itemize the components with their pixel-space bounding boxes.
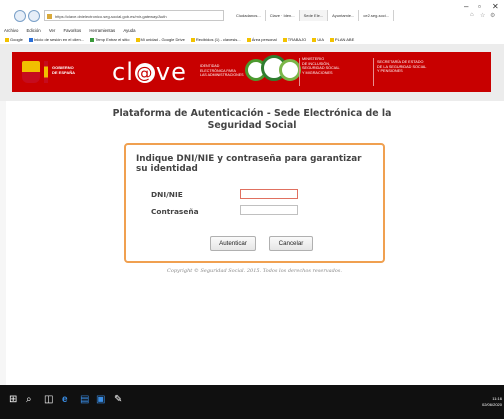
ministerio-text: MINISTERIO DE INCLUSIÓN, SEGURIDAD SOCIA… <box>302 57 340 75</box>
tab-sede-electronica[interactable]: Sede Ele... <box>299 10 329 21</box>
folder-icon <box>312 37 317 42</box>
dni-label: DNI/NIE <box>151 190 183 199</box>
favorite-label: Mi unidad - Google Drive <box>140 37 185 42</box>
secretaria-line: Y PENSIONES <box>377 69 403 74</box>
task-view-icon[interactable]: ◫ <box>44 394 53 405</box>
clave-logo-right: ve <box>155 58 187 86</box>
favorite-label: PLAN ABE <box>334 37 355 42</box>
tab-ciudadanos[interactable]: Ciudadanos... <box>232 10 266 21</box>
favorite-drive[interactable]: Mi unidad - Google Drive <box>135 37 185 42</box>
address-bar[interactable]: https://clave.dnielectronico.seg-social.… <box>44 10 224 21</box>
file-explorer-icon[interactable]: ▤ <box>80 394 89 405</box>
favorite-label: Temp Entrar el sitio <box>95 37 130 42</box>
menu-archivo[interactable]: Archivo <box>4 28 18 33</box>
menu-bar: Archivo Edición Ver Favoritos Herramient… <box>0 26 504 35</box>
copyright-text: Copyright © Seguridad Social. 2015. Todo… <box>167 268 342 274</box>
divider <box>373 58 374 86</box>
page-title: Plataforma de Autenticación - Sede Elect… <box>100 108 404 132</box>
favorite-plan-abe[interactable]: PLAN ABE <box>329 37 355 42</box>
tab-ce2[interactable]: ce2.seg-soci... <box>359 10 395 21</box>
seguridad-social-logo <box>245 55 301 81</box>
page-title-line: Plataforma de Autenticación - Sede Elect… <box>112 108 392 119</box>
favorite-area-personal[interactable]: Área personal <box>246 37 277 42</box>
coat-of-arms-icon <box>22 61 40 83</box>
favorite-label: TRABAJO <box>287 37 307 42</box>
site-icon <box>47 14 52 19</box>
favorite-label: Área personal <box>251 37 277 42</box>
authenticate-button[interactable]: Autenticar <box>210 236 256 251</box>
bookmark-icon <box>190 37 195 42</box>
menu-ver[interactable]: Ver <box>49 28 55 33</box>
close-icon[interactable]: ✕ <box>492 2 499 11</box>
bookmark-icon <box>135 37 140 42</box>
secretaria-text: SECRETARÍA DE ESTADO DE LA SEGURIDAD SOC… <box>377 60 426 74</box>
favorite-label: UIA <box>317 37 324 42</box>
favorite-label: Inicio de sesión en el clien... <box>34 37 85 42</box>
at-icon: @ <box>134 63 155 83</box>
taskbar-clock[interactable]: 11:16 02/06/2020 <box>476 396 502 408</box>
folder-icon <box>282 37 287 42</box>
gobierno-text: GOBIERNO DE ESPAÑA <box>52 65 75 75</box>
paint-icon[interactable]: ✎ <box>114 394 122 405</box>
favorite-temp[interactable]: Temp Entrar el sitio <box>90 37 129 42</box>
maximize-icon[interactable]: ▫ <box>478 2 481 11</box>
bookmark-icon <box>90 37 95 42</box>
password-label: Contraseña <box>151 207 199 216</box>
favorite-trabajo[interactable]: TRABAJO <box>282 37 307 42</box>
windows-start-icon[interactable]: ⊞ <box>9 394 17 405</box>
menu-herramientas[interactable]: Herramientas <box>89 28 115 33</box>
minimize-icon[interactable]: – <box>464 2 468 11</box>
secretaria-line: SECRETARÍA DE ESTADO <box>377 60 424 64</box>
ministerio-line: Y MIGRACIONES <box>302 70 333 75</box>
favorite-label: Google <box>10 37 23 42</box>
address-text: https://clave.dnielectronico.seg-social.… <box>55 14 167 19</box>
tab-ayuntamiento[interactable]: Ayuntamie... <box>328 10 360 21</box>
home-icon[interactable]: ⌂ <box>470 12 474 18</box>
taskbar: ⊞ ⌕ ◫ e ▤ ▣ ✎ 11:16 02/06/2020 <box>0 385 504 419</box>
clock-date: 02/06/2020 <box>481 402 502 407</box>
search-icon[interactable]: ⌕ <box>26 394 32 405</box>
dni-input[interactable] <box>240 189 298 199</box>
flag-icon <box>44 61 48 83</box>
tab-clave[interactable]: Clave · Iden... <box>266 10 300 21</box>
favorite-recibidos[interactable]: Recibidos (1) - clavesis... <box>190 37 241 42</box>
cancel-button[interactable]: Cancelar <box>269 236 313 251</box>
menu-favoritos[interactable]: Favoritos <box>63 28 81 33</box>
gobierno-logo: GOBIERNO DE ESPAÑA <box>18 59 104 87</box>
form-heading: Indique DNI/NIE y contraseña para garant… <box>136 154 362 174</box>
menu-edicion[interactable]: Edición <box>27 28 41 33</box>
clave-logo-left: cl <box>112 58 134 86</box>
menu-ayuda[interactable]: Ayuda <box>123 28 135 33</box>
favorite-inicio-sesion[interactable]: Inicio de sesión en el clien... <box>29 37 84 42</box>
bookmark-icon <box>29 37 34 42</box>
star-icon[interactable]: ☆ <box>480 12 485 19</box>
folder-icon <box>329 37 334 42</box>
back-icon[interactable] <box>14 10 26 22</box>
login-form: Indique DNI/NIE y contraseña para garant… <box>124 143 385 263</box>
favorite-label: Recibidos (1) - clavesis... <box>195 37 241 42</box>
bookmark-icon <box>246 37 251 42</box>
password-input[interactable] <box>240 205 298 215</box>
browser-titlebar: https://clave.dnielectronico.seg-social.… <box>0 0 504 26</box>
header-stripe: GOBIERNO DE ESPAÑA cl @ ve IDENTIDAD ELECT… <box>12 52 491 92</box>
page-title-line: Seguridad Social <box>207 120 297 131</box>
clave-subtitle: IDENTIDAD ELECTRÓNICA PARA LAS ADMINISTR… <box>200 64 244 78</box>
gobierno-line: DE ESPAÑA <box>52 70 76 75</box>
favorite-google[interactable]: Google <box>5 37 23 42</box>
ring-icon <box>279 59 301 81</box>
outlook-icon[interactable]: ▣ <box>96 394 105 405</box>
gear-icon[interactable]: ⚙ <box>490 12 495 19</box>
internet-explorer-icon[interactable]: e <box>62 394 68 405</box>
bookmark-icon <box>5 37 9 42</box>
clave-logo: cl @ ve <box>112 58 187 86</box>
tab-strip: Ciudadanos... Clave · Iden... Sede Ele..… <box>232 10 395 21</box>
divider <box>299 58 300 86</box>
favorite-uia[interactable]: UIA <box>312 37 324 42</box>
clave-subtitle-line: LAS ADMINISTRACIONES <box>200 73 244 77</box>
forward-icon[interactable] <box>28 10 40 22</box>
